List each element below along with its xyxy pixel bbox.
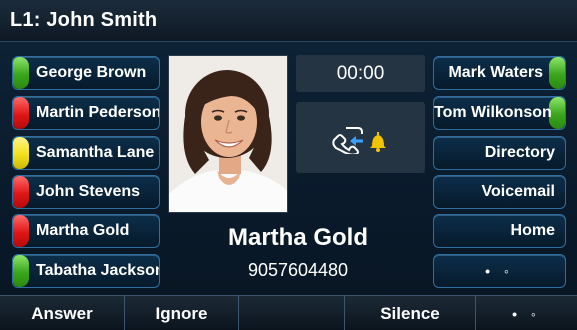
caller-photo xyxy=(168,55,288,213)
presence-indicator xyxy=(13,97,29,129)
line-key-samantha-lane[interactable]: Samantha Lane xyxy=(12,136,160,170)
line-key-label: Voicemail xyxy=(481,183,555,200)
home-key[interactable]: Home xyxy=(433,214,566,248)
incoming-call-ringing-icon xyxy=(332,127,386,154)
line-key-label: Mark Waters xyxy=(448,64,543,81)
caller-number: 9057604480 xyxy=(247,260,349,280)
presence-indicator xyxy=(13,137,29,169)
line-key-martha-gold[interactable]: Martha Gold xyxy=(12,214,160,248)
more-keys-button[interactable]: • ◦ xyxy=(433,254,566,288)
line-key-label: Samantha Lane xyxy=(36,144,155,161)
voicemail-key[interactable]: Voicemail xyxy=(433,175,566,209)
line-key-label: Directory xyxy=(484,144,555,161)
caller-photo-image xyxy=(169,56,287,212)
answer-softkey[interactable]: Answer xyxy=(0,296,125,330)
more-softkey[interactable]: • ◦ xyxy=(476,296,577,330)
page-dots: • ◦ xyxy=(485,263,514,279)
line-key-john-stevens[interactable]: John Stevens xyxy=(12,175,160,209)
line-key-tabatha-jackson[interactable]: Tabatha Jackson xyxy=(12,254,160,288)
line-key-label: John Stevens xyxy=(36,183,141,200)
line-key-label: George Brown xyxy=(36,64,147,81)
call-status-panel xyxy=(296,102,425,173)
softkey-bar: Answer Ignore Silence • ◦ xyxy=(0,295,577,330)
presence-indicator xyxy=(549,57,565,89)
line-key-tom-wilkonson[interactable]: Tom Wilkonson xyxy=(433,96,566,130)
line-title: L1: John Smith xyxy=(10,9,158,31)
call-timer: 00:00 xyxy=(296,55,425,92)
line-key-label: Tom Wilkonson xyxy=(434,104,552,121)
softkey-page-dots: • ◦ xyxy=(512,306,541,322)
phone-screen: L1: John Smith George Brown Martin Peder… xyxy=(0,0,577,330)
empty-softkey[interactable] xyxy=(239,296,345,330)
silence-softkey[interactable]: Silence xyxy=(345,296,476,330)
line-key-label: Tabatha Jackson xyxy=(36,262,160,279)
presence-indicator xyxy=(13,176,29,208)
caller-name: Martha Gold xyxy=(227,224,368,251)
presence-indicator xyxy=(13,255,29,287)
ignore-softkey[interactable]: Ignore xyxy=(125,296,239,330)
line-key-label: Martin Pederson xyxy=(36,104,160,121)
line-key-label: Martha Gold xyxy=(36,222,130,239)
line-key-martin-pederson[interactable]: Martin Pederson xyxy=(12,96,160,130)
line-key-label: Home xyxy=(510,222,555,239)
directory-key[interactable]: Directory xyxy=(433,136,566,170)
line-key-mark-waters[interactable]: Mark Waters xyxy=(433,56,566,90)
presence-indicator xyxy=(13,215,29,247)
title-bar: L1: John Smith xyxy=(0,0,577,42)
presence-indicator xyxy=(13,57,29,89)
line-key-george-brown[interactable]: George Brown xyxy=(12,56,160,90)
